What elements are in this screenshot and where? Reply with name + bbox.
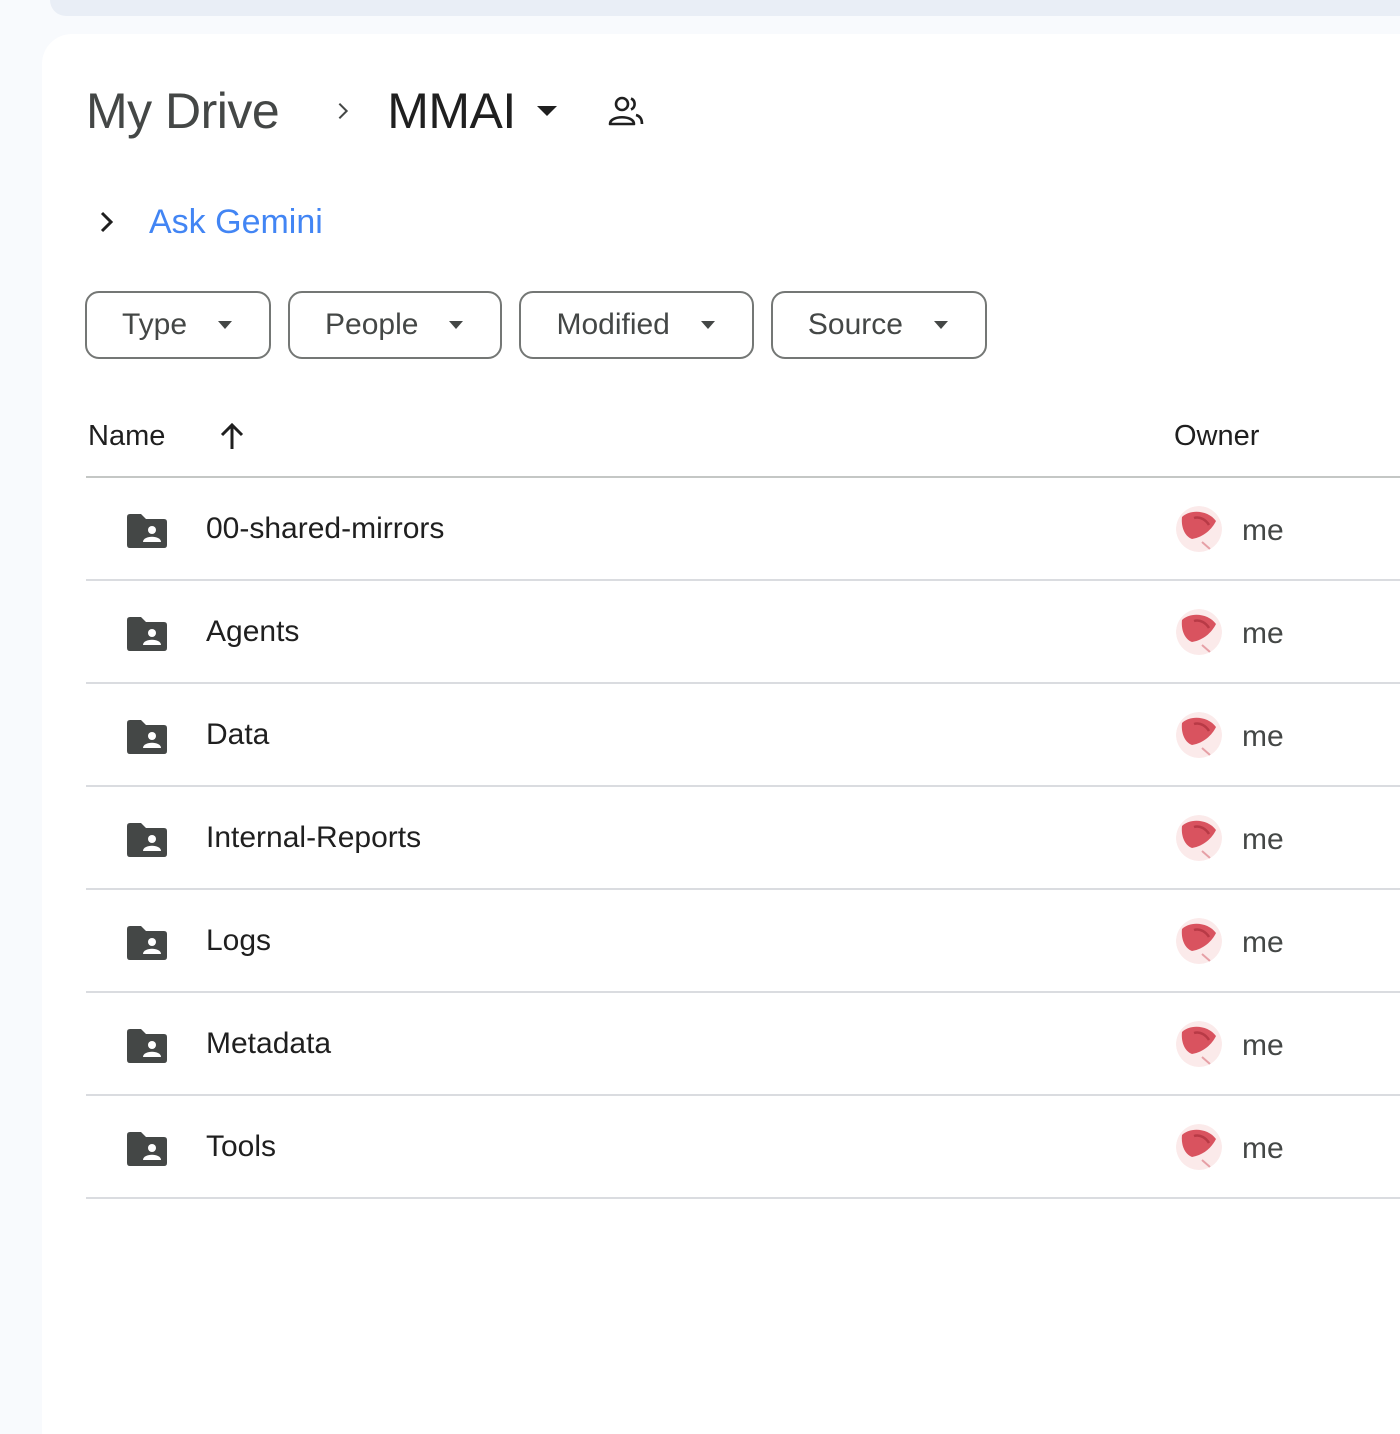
shared-folder-icon — [124, 1130, 170, 1168]
caret-down-icon — [931, 315, 951, 335]
file-name: Agents — [206, 615, 300, 648]
owner-name: me — [1242, 1132, 1284, 1165]
avatar-icon — [1176, 712, 1222, 758]
caret-down-icon — [215, 315, 235, 335]
table-row[interactable]: Data me — [86, 684, 1400, 787]
shared-folder-icon — [124, 615, 170, 653]
avatar-icon — [1176, 609, 1222, 655]
owner-name: me — [1242, 617, 1284, 650]
breadcrumb-my-drive[interactable]: My Drive — [86, 82, 280, 140]
filter-type-label: Type — [122, 308, 188, 341]
breadcrumb: My Drive MMAI — [86, 78, 648, 144]
owner-name: me — [1242, 823, 1284, 856]
filter-source-label: Source — [807, 308, 903, 341]
shared-folder-icon — [124, 1027, 170, 1065]
filter-modified-label: Modified — [556, 308, 670, 341]
table-header: Name Owner — [86, 400, 1400, 478]
filter-people[interactable]: People — [288, 291, 503, 359]
table-row[interactable]: Internal-Reports me — [86, 787, 1400, 890]
filter-modified[interactable]: Modified — [519, 291, 754, 359]
filter-people-label: People — [325, 308, 419, 341]
ask-gemini[interactable]: Ask Gemini — [90, 198, 323, 246]
avatar-icon — [1176, 918, 1222, 964]
file-name: Data — [206, 718, 270, 751]
file-name: Tools — [206, 1130, 277, 1163]
filter-type[interactable]: Type — [85, 291, 272, 359]
owner-name: me — [1242, 1029, 1284, 1062]
caret-down-icon — [698, 315, 718, 335]
caret-down-icon — [534, 98, 560, 124]
table-row[interactable]: Agents me — [86, 581, 1400, 684]
table-row[interactable]: Metadata me — [86, 993, 1400, 1096]
ask-gemini-label: Ask Gemini — [149, 202, 323, 241]
shared-folder-icon — [124, 924, 170, 962]
table-row[interactable]: Tools me — [86, 1096, 1400, 1199]
arrow-up-icon[interactable] — [214, 418, 250, 454]
shared-folder-icon — [124, 821, 170, 859]
table-row[interactable]: 00-shared-mirrors me — [86, 478, 1400, 581]
file-name: Internal-Reports — [206, 821, 422, 854]
filter-source[interactable]: Source — [770, 291, 987, 359]
shared-folder-icon — [124, 512, 170, 550]
chevron-right-icon — [323, 91, 363, 131]
column-header-name[interactable]: Name — [88, 420, 165, 453]
file-name: 00-shared-mirrors — [206, 512, 445, 545]
filter-bar: Type People Modified Source — [85, 291, 987, 359]
top-strip — [50, 0, 1400, 16]
breadcrumb-current-folder[interactable]: MMAI — [387, 82, 560, 140]
file-name: Logs — [206, 924, 272, 957]
breadcrumb-current-label: MMAI — [387, 83, 516, 139]
avatar-icon — [1176, 1124, 1222, 1170]
column-header-owner[interactable]: Owner — [1174, 420, 1259, 453]
shared-folder-icon — [124, 718, 170, 756]
file-list: 00-shared-mirrors me Agents me Data me I… — [86, 478, 1400, 1199]
owner-name: me — [1242, 514, 1284, 547]
avatar-icon — [1176, 815, 1222, 861]
owner-name: me — [1242, 720, 1284, 753]
avatar-icon — [1176, 1021, 1222, 1067]
owner-name: me — [1242, 926, 1284, 959]
caret-down-icon — [446, 315, 466, 335]
avatar-icon — [1176, 506, 1222, 552]
table-row[interactable]: Logs me — [86, 890, 1400, 993]
people-icon[interactable] — [604, 89, 648, 133]
chevron-right-icon — [90, 205, 124, 239]
file-name: Metadata — [206, 1027, 332, 1060]
